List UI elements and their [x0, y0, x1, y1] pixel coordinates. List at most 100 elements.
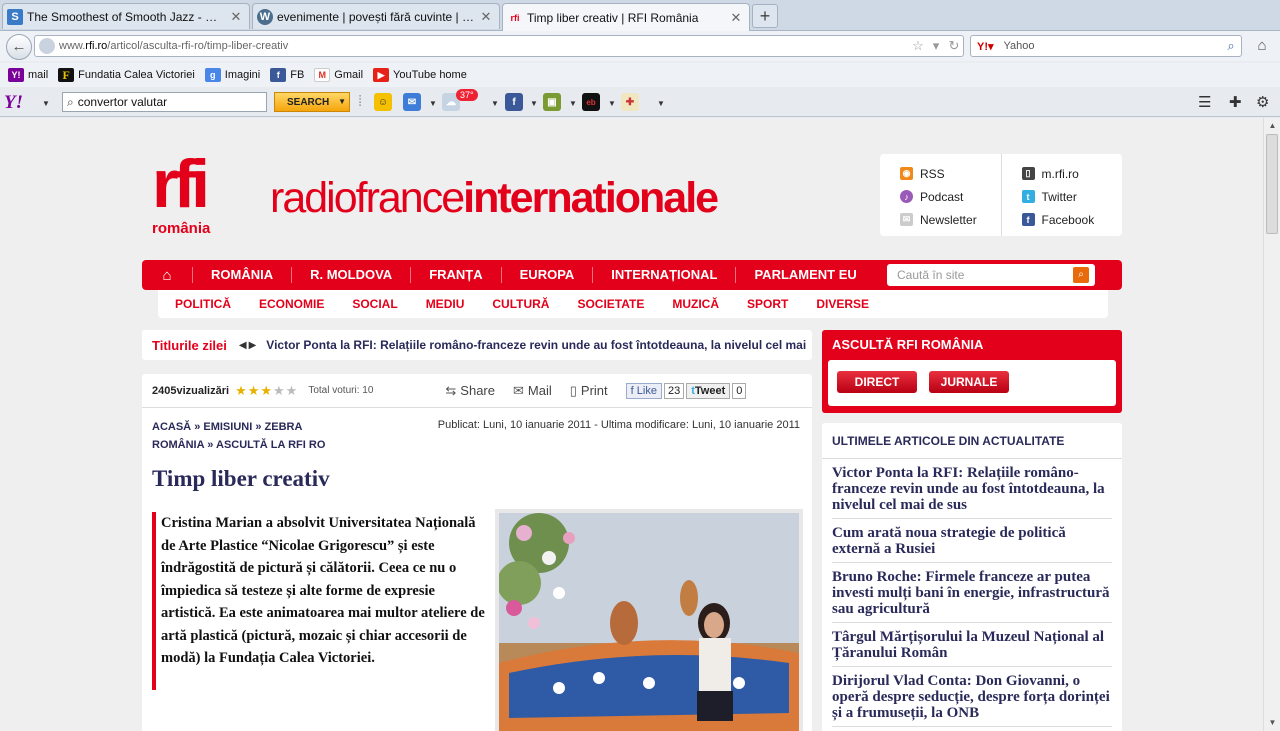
reload-icon[interactable]: ↻: [945, 38, 963, 54]
breadcrumb-asculta[interactable]: ASCULTĂ LA RFI RO: [216, 439, 325, 451]
nav-item-romania[interactable]: ROMÂNIA: [192, 267, 291, 283]
chevron-down-icon: ▼: [338, 97, 346, 106]
article-photo[interactable]: [495, 509, 803, 731]
bookmark-mail[interactable]: Y! mail: [8, 68, 48, 82]
nav-item-europa[interactable]: EUROPA: [500, 267, 593, 283]
toolbar-list-icon[interactable]: ☰: [1198, 93, 1211, 111]
url-bar[interactable]: www.rfi.ro/articol/asculta-rfi-ro/timp-l…: [34, 35, 964, 57]
yahoo-search-input[interactable]: ⌕ convertor valutar: [62, 92, 267, 112]
subnav-politica[interactable]: POLITICĂ: [175, 297, 231, 311]
yahoo-search-button[interactable]: SEARCH ▼: [274, 92, 350, 112]
subnav-economie[interactable]: ECONOMIE: [259, 297, 324, 311]
chevron-down-icon[interactable]: ▼: [42, 99, 50, 108]
bookmark-youtube[interactable]: ▶ YouTube home: [373, 68, 467, 82]
page-viewport: rfi românia radiofranceinternationale ◉ R…: [0, 118, 1263, 731]
messenger-smiley-icon[interactable]: ☺: [374, 93, 392, 111]
list-item[interactable]: Târgul Mărțișorului la Muzeul Național a…: [832, 623, 1112, 667]
home-icon[interactable]: ⌂: [142, 267, 192, 284]
bookmark-star-icon[interactable]: ☆: [909, 38, 927, 54]
tab-songza[interactable]: S The Smoothest of Smooth Jazz - Songza …: [2, 3, 250, 29]
bookmark-gmail[interactable]: M Gmail: [314, 68, 363, 82]
nav-item-franta[interactable]: FRANȚA: [410, 267, 500, 283]
google-icon: g: [204, 68, 221, 82]
breadcrumb-emisiuni[interactable]: EMISIUNI: [203, 421, 252, 433]
chevron-down-icon[interactable]: ▼: [657, 99, 665, 108]
ticker-arrows-icon[interactable]: ◀▶: [239, 340, 258, 351]
close-icon[interactable]: ✕: [479, 9, 493, 25]
headline-link[interactable]: Victor Ponta la RFI: Relațiile româno-fr…: [266, 338, 806, 352]
browser-search-box[interactable]: Y!▾ Yahoo ⌕: [970, 35, 1242, 57]
new-tab-button[interactable]: +: [752, 4, 778, 28]
breadcrumb-acasa[interactable]: ACASĂ: [152, 421, 191, 433]
scroll-up-icon[interactable]: ▲: [1264, 118, 1280, 134]
chevron-down-icon[interactable]: ▼: [429, 99, 437, 108]
site-search-input[interactable]: Caută în site ⌕: [887, 264, 1095, 286]
facebook-icon[interactable]: f: [505, 93, 523, 111]
subnav-sport[interactable]: SPORT: [747, 297, 788, 311]
rfi-logo[interactable]: rfi românia: [152, 150, 232, 244]
list-item[interactable]: Victor Ponta la RFI: Relațiile româno-fr…: [832, 459, 1112, 519]
yahoo-logo[interactable]: Y!: [4, 92, 23, 114]
print-button[interactable]: ▯ Print: [570, 383, 608, 399]
url-text[interactable]: www.rfi.ro/articol/asculta-rfi-ro/timp-l…: [59, 40, 909, 52]
ebay-icon[interactable]: eb: [582, 93, 600, 111]
facebook-like-button[interactable]: f Like: [625, 382, 662, 399]
nav-item-moldova[interactable]: R. MOLDOVA: [291, 267, 410, 283]
bookmark-imagini[interactable]: g Imagini: [204, 68, 260, 82]
subnav-societate[interactable]: SOCIETATE: [577, 297, 644, 311]
breadcrumb-zebra[interactable]: ZEBRA: [265, 421, 303, 433]
print-icon: ▯: [569, 382, 577, 398]
gear-icon[interactable]: ⚙: [1256, 93, 1269, 111]
list-item[interactable]: Dirijorul Vlad Conta: Don Giovanni, o op…: [832, 667, 1112, 727]
close-icon[interactable]: ✕: [729, 10, 743, 26]
site-identity-icon[interactable]: [39, 38, 55, 54]
nav-item-international[interactable]: INTERNAȚIONAL: [592, 267, 735, 283]
dropdown-arrow-icon[interactable]: ▾: [927, 38, 945, 54]
list-item[interactable]: Cum arată noua strategie de politică ext…: [832, 519, 1112, 563]
facebook-link[interactable]: f Facebook: [1021, 208, 1123, 231]
rss-link[interactable]: ◉ RSS: [900, 162, 1001, 185]
bookmark-fundatia[interactable]: F Fundatia Calea Victoriei: [58, 68, 195, 82]
tab-evenimente[interactable]: W evenimente | povești fără cuvinte | Pa…: [252, 3, 500, 29]
chevron-down-icon[interactable]: ▼: [569, 99, 577, 108]
share-button[interactable]: ⇆ Share: [445, 383, 495, 399]
breadcrumb-romania[interactable]: ROMÂNIA: [152, 439, 204, 451]
list-item[interactable]: Bruno Roche: Firmele franceze ar putea i…: [832, 563, 1112, 623]
add-icon[interactable]: ✚: [1229, 93, 1242, 111]
yahoo-engine-icon[interactable]: Y!▾: [977, 40, 994, 53]
subnav-muzica[interactable]: MUZICĂ: [672, 297, 719, 311]
direct-button[interactable]: DIRECT: [837, 371, 917, 393]
search-icon[interactable]: ⌕: [1073, 267, 1089, 283]
close-icon[interactable]: ✕: [229, 9, 243, 25]
vertical-scrollbar[interactable]: ▲ ▼: [1263, 118, 1280, 731]
chevron-down-icon[interactable]: ▼: [608, 99, 616, 108]
podcast-link[interactable]: ♪ Podcast: [900, 185, 1001, 208]
subnav-cultura[interactable]: CULTURĂ: [492, 297, 549, 311]
mail-button[interactable]: ✉ Mail: [513, 383, 552, 399]
search-icon[interactable]: ⌕: [1221, 38, 1241, 54]
tab-rfi[interactable]: rfi Timp liber creativ | RFI România ✕: [502, 3, 750, 31]
subnav-mediu[interactable]: MEDIU: [426, 297, 465, 311]
rating-stars[interactable]: ★★★★★: [235, 383, 298, 399]
mobile-link[interactable]: ▯ m.rfi.ro: [1021, 162, 1123, 185]
yahoo-icon: Y!: [8, 68, 24, 82]
jurnale-button[interactable]: JURNALE: [929, 371, 1009, 393]
scrollbar-thumb[interactable]: [1266, 134, 1278, 234]
photos-icon[interactable]: ▣: [543, 93, 561, 111]
home-icon[interactable]: ⌂: [1252, 37, 1272, 55]
side-links-box: ◉ RSS ♪ Podcast ✉ Newsletter ▯ m.rfi.ro t Twi…: [880, 154, 1122, 236]
nav-item-parlament-eu[interactable]: PARLAMENT EU: [735, 267, 874, 283]
tweet-button[interactable]: tTweet: [686, 382, 731, 399]
subnav-diverse[interactable]: DIVERSE: [816, 297, 869, 311]
bookmark-fb[interactable]: f FB: [270, 68, 304, 82]
site-wordmark[interactable]: radiofranceinternationale: [270, 174, 719, 223]
chevron-down-icon[interactable]: ▼: [530, 99, 538, 108]
chevron-down-icon[interactable]: ▼: [491, 99, 499, 108]
back-button[interactable]: ←: [6, 34, 32, 60]
scroll-down-icon[interactable]: ▼: [1264, 715, 1280, 731]
newsletter-link[interactable]: ✉ Newsletter: [900, 208, 1001, 231]
subnav-social[interactable]: SOCIAL: [352, 297, 397, 311]
twitter-link[interactable]: t Twitter: [1021, 185, 1123, 208]
apps-puzzle-icon[interactable]: ✚: [621, 93, 639, 111]
mail-envelope-icon[interactable]: ✉: [403, 93, 421, 111]
